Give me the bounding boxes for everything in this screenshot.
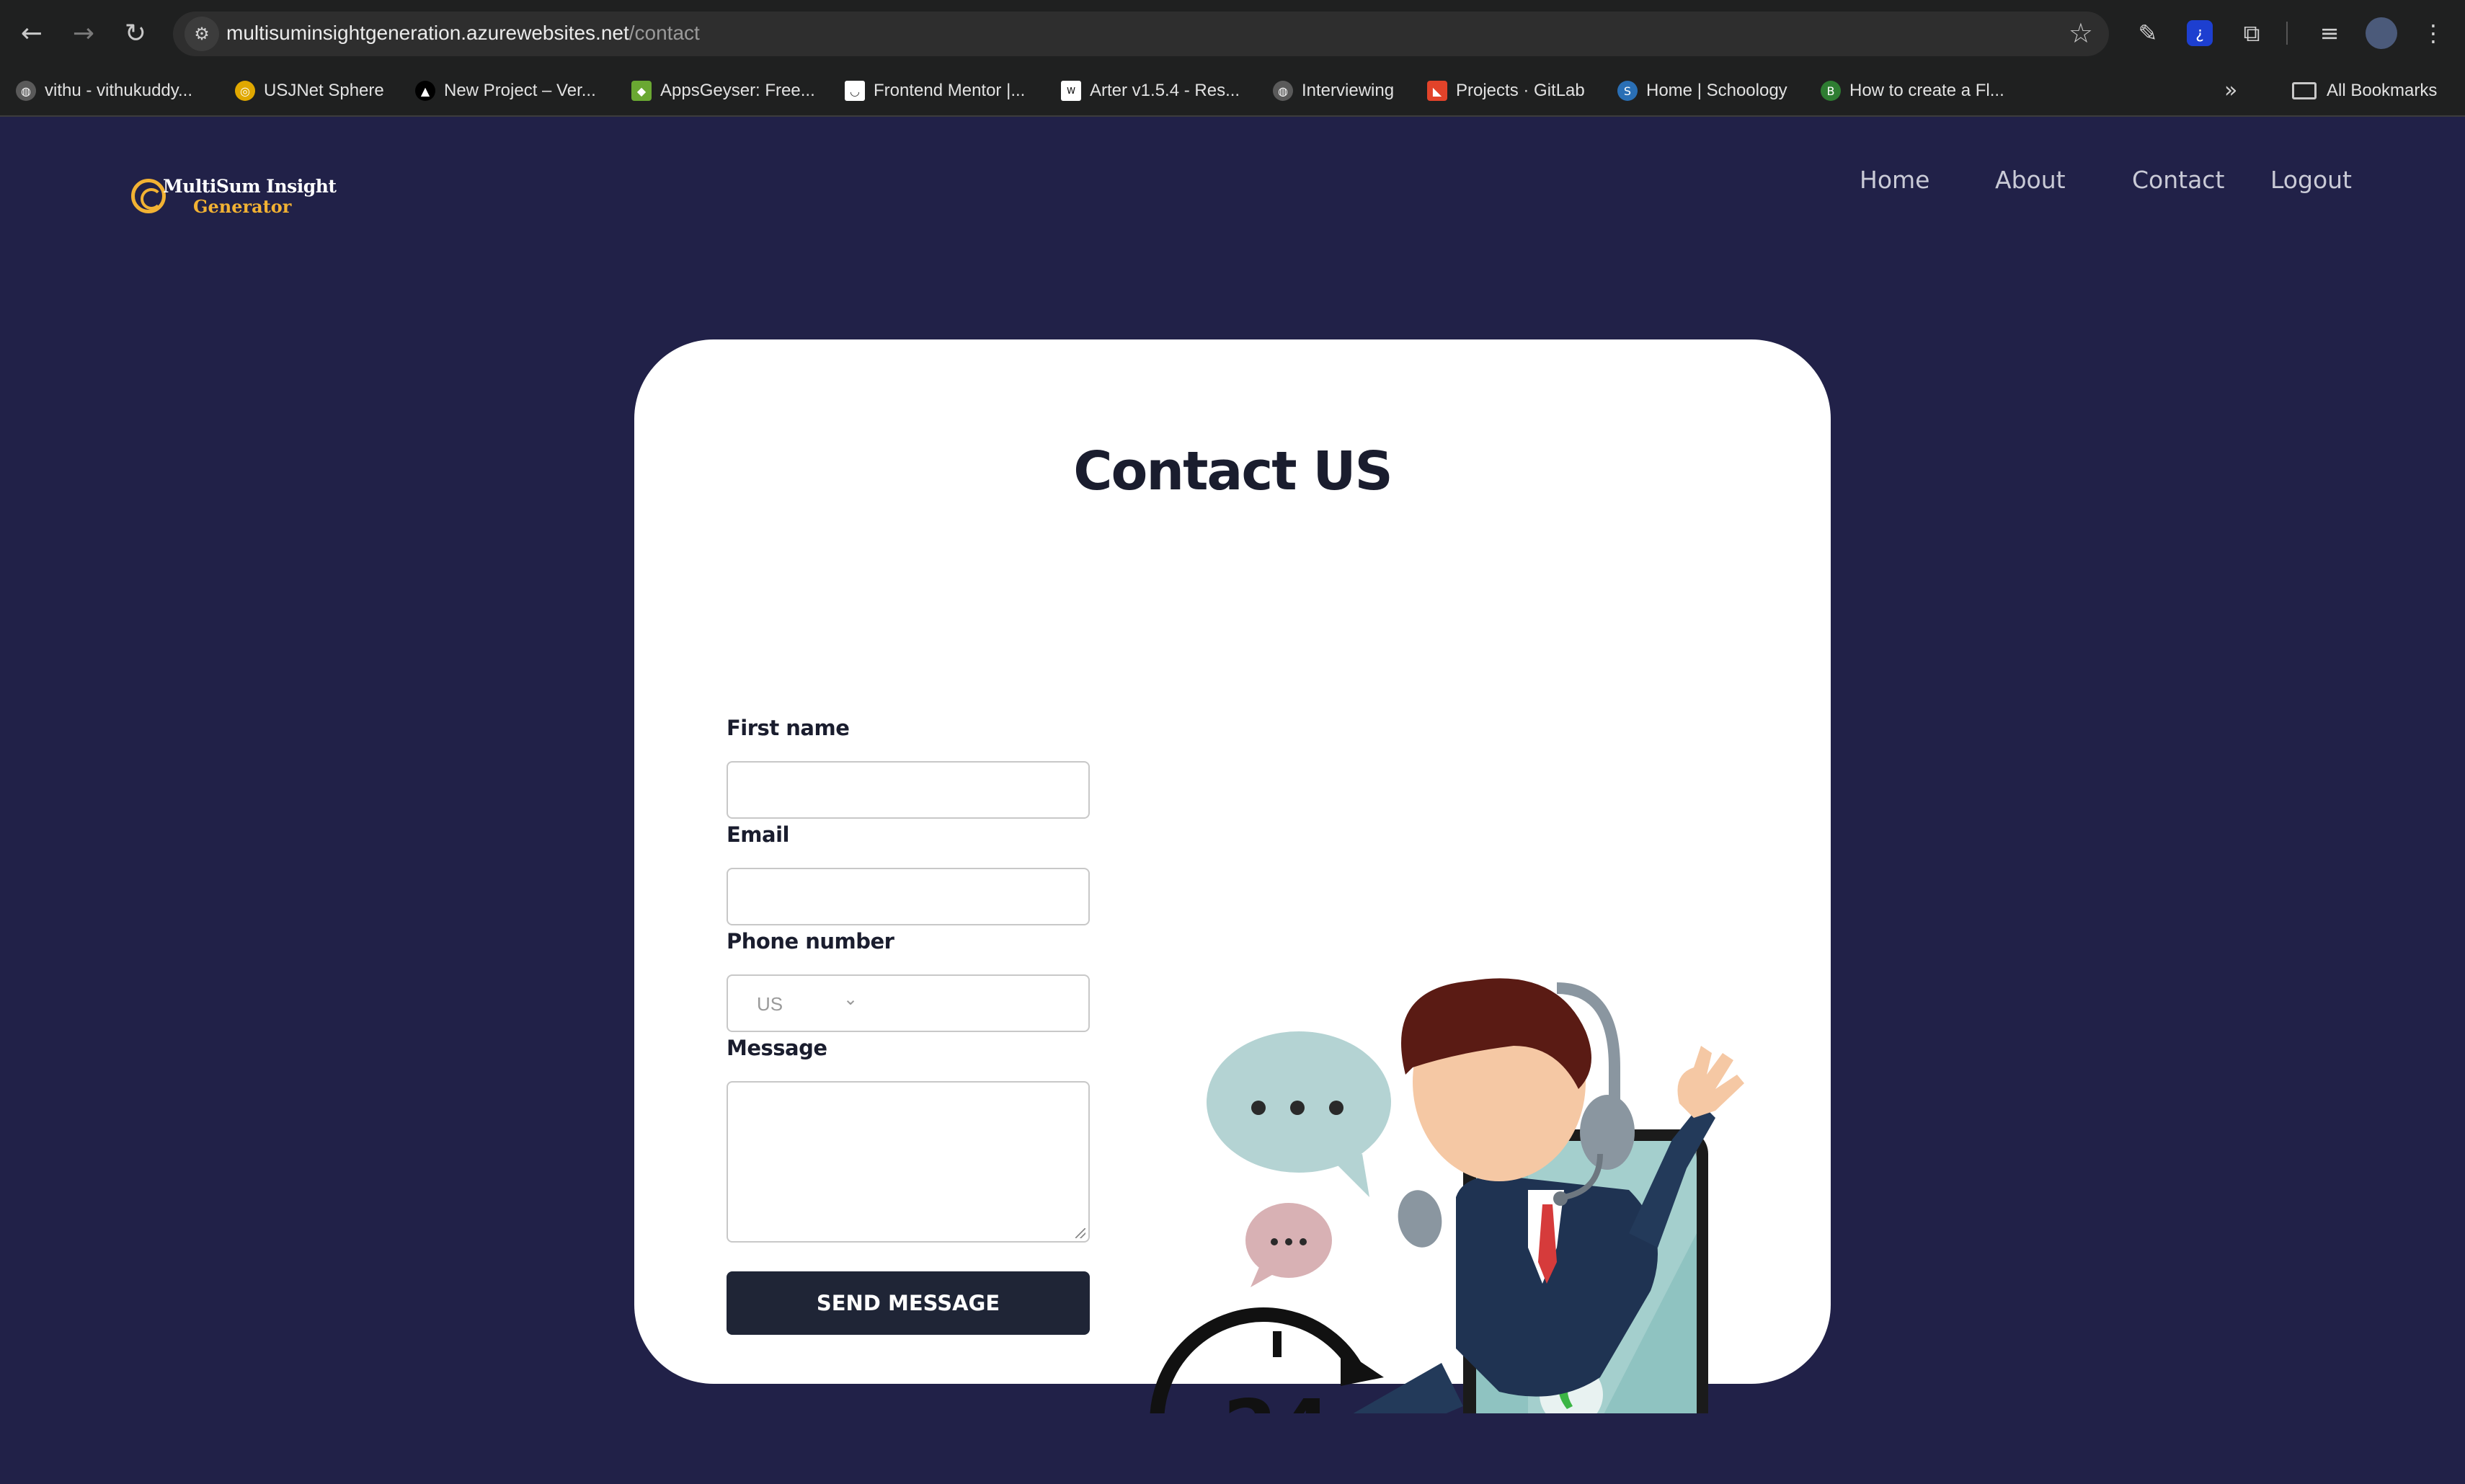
blue-extension-icon[interactable]: ¿ <box>2187 20 2213 46</box>
gitlab-icon: ◣ <box>1427 81 1447 101</box>
reload-icon[interactable]: ↻ <box>118 16 153 50</box>
resize-handle-icon[interactable] <box>1075 1228 1085 1238</box>
send-message-button[interactable]: SEND MESSAGE <box>727 1271 1090 1335</box>
browser-chrome: ← → ↻ ⚙ multisuminsightgeneration.azurew… <box>0 0 2465 117</box>
24-hours-clock-icon: 24 <box>1150 1307 1384 1413</box>
back-arrow-icon[interactable]: ← <box>14 16 49 50</box>
url-text[interactable]: multisuminsightgeneration.azurewebsites.… <box>226 22 700 45</box>
url-host: multisuminsightgeneration.azurewebsites.… <box>226 22 629 44</box>
site-settings-icon[interactable]: ⚙ <box>185 17 219 51</box>
toolbar-separator <box>2286 22 2288 45</box>
phone-input[interactable]: US ⌄ <box>727 974 1090 1032</box>
page-content: MultiSum Insight Generator Home About Co… <box>0 117 2465 1484</box>
bookmark-item[interactable]: ◡ Frontend Mentor |... <box>845 76 1025 105</box>
bookmark-label: AppsGeyser: Free... <box>660 81 815 100</box>
usjnet-icon: ◎ <box>235 81 255 101</box>
eyedropper-extension-icon[interactable]: ✎ <box>2132 17 2164 49</box>
all-bookmarks-label: All Bookmarks <box>2327 81 2438 100</box>
folder-icon <box>2292 82 2317 99</box>
site-logo[interactable]: MultiSum Insight Generator <box>130 172 337 222</box>
bookmark-item[interactable]: W Arter v1.5.4 - Res... <box>1061 76 1240 105</box>
email-label: Email <box>727 822 789 847</box>
nav-home[interactable]: Home <box>1860 166 1929 194</box>
logo-line-1: MultiSum Insight <box>163 176 337 197</box>
bookmarks-bar: ◍ vithu - vithukuddy... ◎ USJNet Sphere … <box>0 72 2465 110</box>
more-bookmarks-chevron-icon[interactable]: » <box>2224 78 2237 103</box>
frontend-mentor-icon: ◡ <box>845 81 865 101</box>
appsgeyser-icon: ◆ <box>631 81 652 101</box>
browser-toolbar: ← → ↻ ⚙ multisuminsightgeneration.azurew… <box>0 0 2465 66</box>
media-controls-icon[interactable]: ≡ <box>2314 17 2345 49</box>
bookmark-star-icon[interactable]: ☆ <box>2069 17 2093 49</box>
bookmark-label: Arter v1.5.4 - Res... <box>1090 81 1240 100</box>
bookmark-item[interactable]: ◎ USJNet Sphere <box>235 76 384 105</box>
bookmark-item[interactable]: ◆ AppsGeyser: Free... <box>631 76 815 105</box>
email-input[interactable] <box>727 868 1090 925</box>
speech-bubble-large-icon <box>1207 1031 1391 1197</box>
nav-about[interactable]: About <box>1995 166 2066 194</box>
logo-line-2: Generator <box>193 196 292 217</box>
nav-contact[interactable]: Contact <box>2132 166 2224 194</box>
extensions-puzzle-icon[interactable]: ⧉ <box>2236 17 2268 49</box>
bookmark-label: New Project – Ver... <box>444 81 596 100</box>
speech-bubble-small-icon <box>1245 1203 1332 1287</box>
globe-icon: ◍ <box>16 81 36 101</box>
bookmark-label: How to create a Fl... <box>1849 81 2004 100</box>
first-name-input[interactable] <box>727 761 1090 819</box>
profile-avatar[interactable] <box>2366 17 2397 49</box>
country-code-select[interactable]: US <box>757 993 783 1016</box>
url-path: /contact <box>629 22 700 44</box>
bookmark-item[interactable]: S Home | Schoology <box>1617 76 1787 105</box>
bookmark-item[interactable]: ◣ Projects · GitLab <box>1427 76 1585 105</box>
bookmark-item[interactable]: ▲ New Project – Ver... <box>415 76 596 105</box>
clock-24-label: 24 <box>1223 1384 1331 1413</box>
logo-swirl-icon <box>131 179 166 213</box>
bookmark-label: Interviewing <box>1302 81 1395 100</box>
bookmark-label: Home | Schoology <box>1646 81 1787 100</box>
vercel-icon: ▲ <box>415 81 435 101</box>
customer-support-illustration: 24 <box>1150 978 1744 1413</box>
globe-icon: ◍ <box>1273 81 1293 101</box>
nav-logout[interactable]: Logout <box>2270 166 2352 194</box>
schoology-icon: S <box>1617 81 1638 101</box>
address-bar[interactable]: ⚙ multisuminsightgeneration.azurewebsite… <box>173 12 2109 56</box>
bookmark-item[interactable]: ◍ vithu - vithukuddy... <box>16 76 192 105</box>
bookmark-label: Frontend Mentor |... <box>874 81 1026 100</box>
contact-card: Contact US First name Email Phone number… <box>634 339 1831 1413</box>
bookmark-label: vithu - vithukuddy... <box>45 81 192 100</box>
bookmark-icon: B <box>1821 81 1841 101</box>
bookmark-label: Projects · GitLab <box>1456 81 1585 100</box>
chevron-down-icon[interactable]: ⌄ <box>843 989 858 1009</box>
page-title: Contact US <box>1073 440 1393 502</box>
browser-menu-icon[interactable]: ⋮ <box>2417 17 2449 49</box>
all-bookmarks-folder[interactable]: All Bookmarks <box>2292 76 2437 105</box>
bookmark-item[interactable]: ◍ Interviewing <box>1273 76 1394 105</box>
phone-label: Phone number <box>727 929 894 954</box>
arter-icon: W <box>1061 81 1081 101</box>
message-textarea[interactable] <box>727 1081 1090 1243</box>
first-name-label: First name <box>727 716 850 740</box>
bookmark-label: USJNet Sphere <box>264 81 384 100</box>
message-label: Message <box>727 1036 827 1060</box>
bookmark-item[interactable]: B How to create a Fl... <box>1821 76 2004 105</box>
forward-arrow-icon[interactable]: → <box>66 16 101 50</box>
